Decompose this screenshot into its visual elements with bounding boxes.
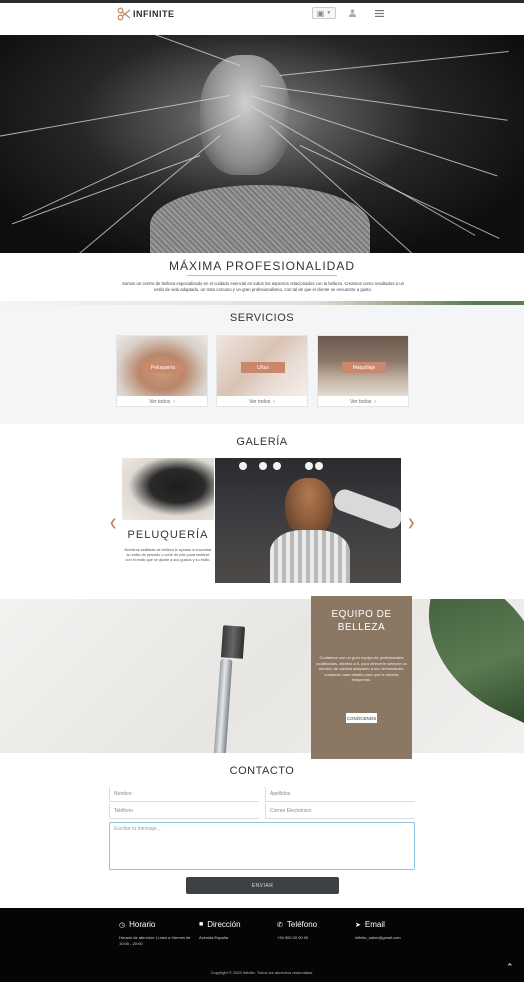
send-icon: ➤ bbox=[355, 921, 361, 929]
footer-heading: Dirección bbox=[207, 920, 241, 929]
barber-arm bbox=[331, 486, 401, 532]
footer-email: ➤ Email infinite_salon@gmail.com bbox=[355, 920, 435, 941]
footer-text: Avenida España bbox=[199, 935, 229, 940]
service-link-label: Ver todos bbox=[249, 399, 271, 405]
cart-button[interactable]: ▣ ▼ bbox=[312, 7, 336, 19]
footer-hours: ◷ Horario Horario de atención: Lunes a Vi… bbox=[119, 920, 199, 947]
building-icon: ■ bbox=[199, 921, 204, 928]
hero-face bbox=[200, 55, 290, 175]
service-link[interactable]: Ver todos › bbox=[318, 397, 408, 407]
chevron-left-icon: ❮ bbox=[109, 518, 118, 529]
mirror-light bbox=[259, 462, 267, 470]
service-badge[interactable]: Maquillaje bbox=[342, 362, 386, 373]
send-button[interactable]: ENVIAR bbox=[186, 877, 339, 894]
hamburger-menu-icon bbox=[374, 9, 384, 17]
chevron-right-icon: › bbox=[173, 399, 175, 405]
service-badge[interactable]: Uñas bbox=[241, 362, 285, 373]
hair-strand bbox=[51, 35, 241, 66]
site-header: INFINITE ▣ ▼ bbox=[0, 3, 524, 25]
divider bbox=[187, 275, 337, 276]
intro-title: MÁXIMA PROFESIONALIDAD bbox=[168, 259, 356, 273]
mirror-light bbox=[273, 462, 281, 470]
brush-handle bbox=[213, 658, 233, 753]
phone-icon: ✆ bbox=[277, 921, 283, 929]
gallery-thumbnail[interactable] bbox=[122, 458, 214, 520]
gallery-heading: PELUQUERÍA bbox=[127, 529, 209, 541]
footer-address: ■ Dirección Avenida España bbox=[199, 920, 279, 941]
team-cta-button[interactable]: CONÓCENOS bbox=[346, 713, 377, 723]
mirror-light bbox=[305, 462, 313, 470]
breadcrumb: Inicio bbox=[0, 25, 524, 39]
caret-down-icon: ▼ bbox=[326, 10, 332, 16]
carousel-next-button[interactable]: ❯ bbox=[407, 518, 415, 529]
back-to-top-button[interactable]: ⌃ bbox=[506, 962, 514, 973]
brand-logo[interactable]: INFINITE bbox=[117, 6, 175, 22]
leaf-decoration bbox=[398, 599, 524, 724]
surname-field[interactable]: Apellidos bbox=[265, 787, 415, 802]
service-badge[interactable]: Peluquería bbox=[141, 362, 185, 373]
service-link-label: Ver todos bbox=[350, 399, 372, 405]
contact-title: CONTACTO bbox=[229, 765, 295, 777]
team-background-image bbox=[0, 599, 524, 753]
copyright-text: Copyright © 2020 Infinite. Todos los der… bbox=[210, 970, 314, 975]
hair-strand bbox=[279, 50, 509, 76]
brush-bristles bbox=[220, 625, 246, 659]
message-textarea[interactable]: Escribe tu mensaje... bbox=[109, 822, 415, 870]
mirror-light bbox=[315, 462, 323, 470]
cart-icon: ▣ bbox=[316, 8, 325, 18]
scissors-icon bbox=[117, 7, 131, 21]
hero-image: ⌄ bbox=[0, 35, 524, 253]
footer-heading: Email bbox=[364, 920, 385, 929]
footer-text: +34 900 00 00 00 bbox=[277, 935, 309, 940]
footer-text[interactable]: infinite_salon@gmail.com bbox=[355, 935, 435, 941]
email-field[interactable]: Correo Electrónico bbox=[265, 804, 415, 819]
chevron-right-icon: › bbox=[374, 399, 376, 405]
team-title: EQUIPO DE BELLEZA bbox=[331, 609, 392, 633]
clock-icon: ◷ bbox=[119, 921, 126, 929]
gallery-title: GALERÍA bbox=[236, 436, 288, 448]
service-card-nails[interactable]: Uñas Ver todos › bbox=[216, 335, 308, 407]
hair-strand bbox=[0, 95, 231, 138]
service-link[interactable]: Ver todos › bbox=[217, 397, 307, 407]
user-icon bbox=[348, 9, 356, 17]
footer-heading: Horario bbox=[129, 920, 156, 929]
carousel-prev-button[interactable]: ❮ bbox=[109, 518, 117, 529]
services-top-strip bbox=[0, 301, 524, 305]
services-title: SERVICIOS bbox=[229, 312, 295, 324]
chevron-right-icon: › bbox=[273, 399, 275, 405]
footer-phone: ✆ Teléfono +34 900 00 00 00 bbox=[277, 920, 357, 941]
team-text: Contamos con un gran equipo de profesion… bbox=[316, 655, 407, 682]
user-button[interactable] bbox=[345, 7, 359, 19]
site-footer: ◷ Horario Horario de atención: Lunes a Vi… bbox=[0, 908, 524, 982]
footer-text: Horario de atención: Lunes a Viernes de … bbox=[119, 935, 191, 946]
service-card-hair[interactable]: Peluquería Ver todos › bbox=[116, 335, 208, 407]
hair-strand bbox=[259, 85, 508, 121]
phone-field[interactable]: Teléfono bbox=[109, 804, 259, 819]
hero-sweater bbox=[150, 185, 370, 253]
intro-text: Somos un centro de belleza especializado… bbox=[121, 281, 405, 292]
barber-cape bbox=[270, 530, 350, 583]
chevron-right-icon: ❯ bbox=[407, 518, 416, 529]
brand-name: INFINITE bbox=[133, 9, 175, 19]
service-link-label: Ver todos bbox=[149, 399, 171, 405]
service-card-makeup[interactable]: Maquillaje Ver todos › bbox=[317, 335, 409, 407]
gallery-text: Nuestros estilistas de belleza le ayudan… bbox=[124, 548, 212, 562]
footer-heading: Teléfono bbox=[286, 920, 318, 929]
mirror-light bbox=[239, 462, 247, 470]
chevron-up-icon: ⌃ bbox=[506, 962, 514, 972]
menu-button[interactable] bbox=[372, 7, 386, 19]
customer-head bbox=[285, 478, 333, 536]
service-link[interactable]: Ver todos › bbox=[117, 397, 207, 407]
gallery-main-image bbox=[215, 458, 401, 583]
name-field[interactable]: Nombre bbox=[109, 787, 259, 802]
